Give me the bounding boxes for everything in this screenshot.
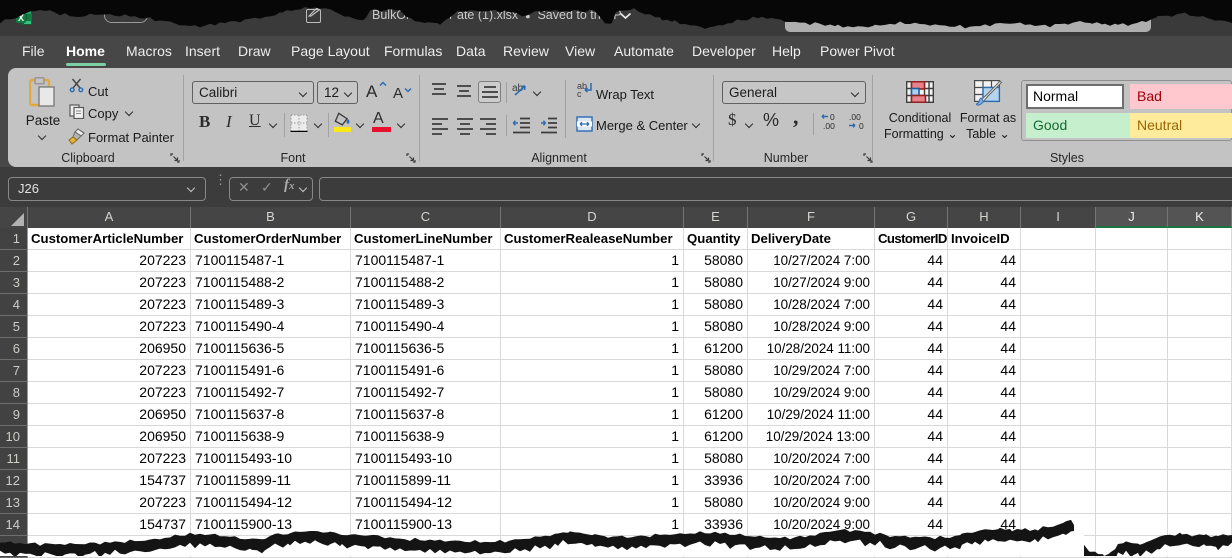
svg-text:c: c (577, 89, 582, 98)
svg-text:.00: .00 (823, 121, 835, 131)
svg-text:0: 0 (859, 121, 864, 131)
